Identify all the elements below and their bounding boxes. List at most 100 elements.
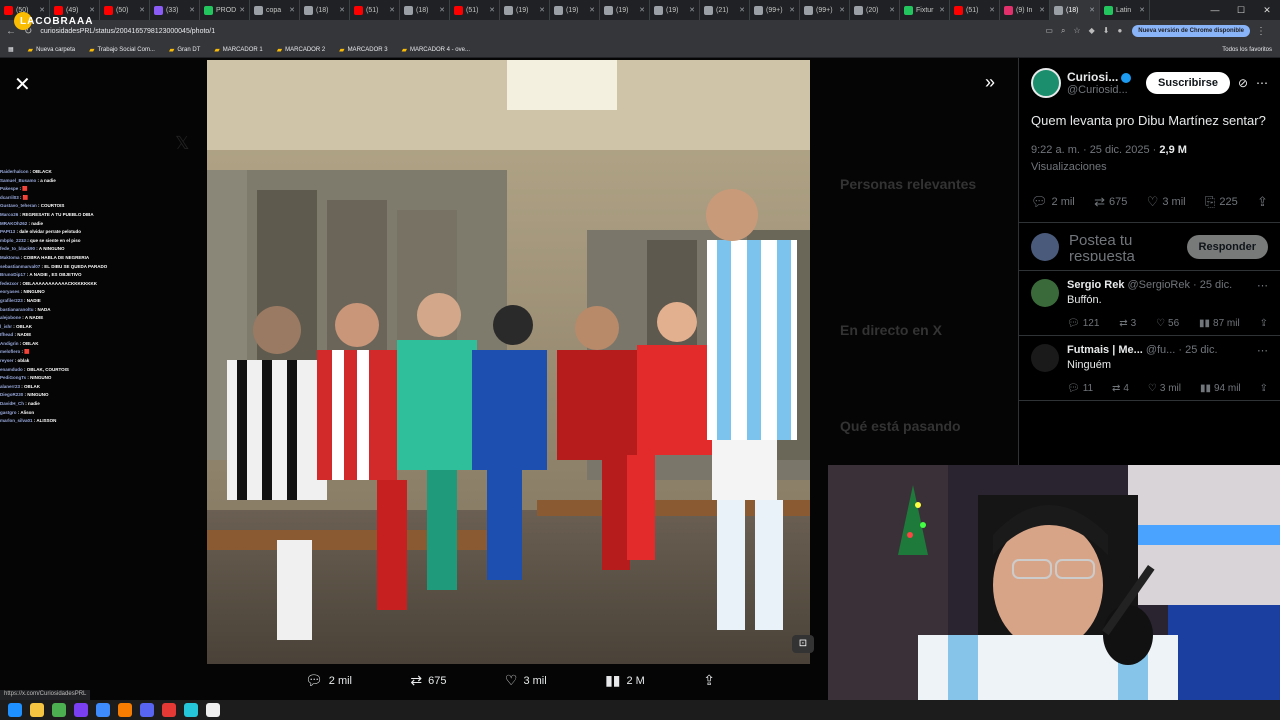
- media-views-button[interactable]: ▮▮ 2 M: [605, 672, 645, 689]
- url-field[interactable]: curiosidadesPRL/status/20041657981230000…: [40, 28, 1045, 35]
- browser-tab[interactable]: (18) ✕: [400, 0, 450, 20]
- apps-icon[interactable]: ▦: [8, 46, 14, 53]
- bookmark-item[interactable]: ▰ MARCADOR 2: [277, 46, 325, 54]
- like-button[interactable]: ♡ 3 mil: [1147, 194, 1186, 210]
- alt-text-icon[interactable]: ⊡: [792, 635, 814, 653]
- avatar[interactable]: [1031, 279, 1059, 307]
- tab-close-icon[interactable]: ✕: [39, 6, 45, 14]
- post-photo[interactable]: [207, 60, 810, 664]
- media-repost-button[interactable]: ⇄ 675: [410, 672, 446, 689]
- bookmark-item[interactable]: ▰ MARCADOR 3: [339, 46, 387, 54]
- tab-close-icon[interactable]: ✕: [239, 6, 245, 14]
- tab-close-icon[interactable]: ✕: [89, 6, 95, 14]
- bookmark-button[interactable]: ⎘ 225: [1205, 194, 1238, 210]
- start-icon[interactable]: [8, 703, 22, 717]
- browser-tab[interactable]: copa ✕: [250, 0, 300, 20]
- browser-tab[interactable]: (51) ✕: [950, 0, 1000, 20]
- browser-tab[interactable]: (51) ✕: [450, 0, 500, 20]
- tab-close-icon[interactable]: ✕: [989, 6, 995, 14]
- reply-tweet[interactable]: Sergio Rek @SergioRek · 25 dic. ⋯ Buffón…: [1019, 271, 1280, 336]
- reply-author-name[interactable]: Sergio Rek: [1067, 279, 1124, 292]
- avatar[interactable]: [1031, 68, 1061, 98]
- browser-tab[interactable]: (18) ✕: [1050, 0, 1100, 20]
- views-button[interactable]: ▮▮ 87 mil: [1199, 318, 1240, 329]
- tab-close-icon[interactable]: ✕: [339, 6, 345, 14]
- tab-close-icon[interactable]: ✕: [289, 6, 295, 14]
- all-bookmarks-button[interactable]: Todos los favoritos: [1222, 47, 1272, 53]
- back-icon[interactable]: ←: [6, 26, 16, 37]
- reply-button[interactable]: 💬︎ 121: [1067, 318, 1099, 329]
- tab-close-icon[interactable]: ✕: [1089, 6, 1095, 14]
- reply-button[interactable]: 💬︎ 11: [1067, 383, 1093, 394]
- tab-close-icon[interactable]: ✕: [689, 6, 695, 14]
- subscribe-button[interactable]: Suscribirse: [1146, 72, 1230, 94]
- tab-close-icon[interactable]: ✕: [1139, 6, 1145, 14]
- share-button[interactable]: ⇪: [1257, 194, 1268, 210]
- minimize-icon[interactable]: —: [1202, 0, 1228, 20]
- views-button[interactable]: ▮▮ 94 mil: [1200, 383, 1241, 394]
- browser-tab[interactable]: (9) In ✕: [1000, 0, 1050, 20]
- folder-icon[interactable]: [30, 703, 44, 717]
- browser-tab[interactable]: (19) ✕: [500, 0, 550, 20]
- star-icon[interactable]: ☆: [1073, 26, 1080, 36]
- browser-tab[interactable]: (51) ✕: [350, 0, 400, 20]
- author-info[interactable]: Curiosi... @Curiosid...: [1067, 70, 1145, 96]
- bookmark-item[interactable]: ▰ Trabajo Social Com...: [89, 46, 155, 54]
- bookmark-item[interactable]: ▰ Gran DT: [169, 46, 200, 54]
- tab-close-icon[interactable]: ✕: [539, 6, 545, 14]
- share-button[interactable]: ⇪: [1260, 318, 1268, 329]
- browser-tab[interactable]: (19) ✕: [650, 0, 700, 20]
- profile-icon[interactable]: ●: [1117, 26, 1122, 36]
- browser-tab[interactable]: (99+) ✕: [800, 0, 850, 20]
- chrome-icon[interactable]: [52, 703, 66, 717]
- tab-close-icon[interactable]: ✕: [489, 6, 495, 14]
- reply-author-name[interactable]: Futmais | Me...: [1067, 344, 1143, 357]
- like-button[interactable]: ♡ 3 mil: [1148, 383, 1181, 394]
- app-icon[interactable]: [96, 703, 110, 717]
- discord-icon[interactable]: [140, 703, 154, 717]
- reply-button[interactable]: 💬︎ 2 mil: [1031, 194, 1075, 210]
- browser-tab[interactable]: (21) ✕: [700, 0, 750, 20]
- tab-close-icon[interactable]: ✕: [189, 6, 195, 14]
- menu-icon[interactable]: ⋮: [1256, 26, 1266, 37]
- app-icon[interactable]: [118, 703, 132, 717]
- reply-submit-button[interactable]: Responder: [1186, 234, 1268, 259]
- browser-tab[interactable]: (99+) ✕: [750, 0, 800, 20]
- repost-button[interactable]: ⇄ 4: [1112, 383, 1129, 394]
- app-icon[interactable]: [184, 703, 198, 717]
- browser-tab[interactable]: PROD ✕: [200, 0, 250, 20]
- browser-tab[interactable]: Latin ✕: [1100, 0, 1150, 20]
- tab-close-icon[interactable]: ✕: [739, 6, 745, 14]
- app-icon[interactable]: [206, 703, 220, 717]
- reply-input[interactable]: Postea tu respuesta: [1069, 233, 1187, 261]
- tab-close-icon[interactable]: ✕: [939, 6, 945, 14]
- tab-close-icon[interactable]: ✕: [1039, 6, 1045, 14]
- browser-tab[interactable]: (50) ✕: [100, 0, 150, 20]
- maximize-icon[interactable]: ☐: [1228, 0, 1254, 20]
- tab-close-icon[interactable]: ✕: [839, 6, 845, 14]
- app-icon[interactable]: [162, 703, 176, 717]
- zoom-icon[interactable]: ⌕: [1061, 26, 1065, 36]
- tab-close-icon[interactable]: ✕: [389, 6, 395, 14]
- tab-close-icon[interactable]: ✕: [439, 6, 445, 14]
- chrome-update-button[interactable]: Nueva versión de Chrome disponible: [1132, 25, 1250, 37]
- expand-panel-icon[interactable]: »: [985, 72, 995, 93]
- bookmark-item[interactable]: ▰ MARCADOR 1: [214, 46, 262, 54]
- media-reply-button[interactable]: 💬︎ 2 mil: [305, 672, 352, 689]
- close-viewer-icon[interactable]: ✕: [14, 72, 31, 97]
- more-icon[interactable]: ⋯: [1253, 279, 1268, 292]
- browser-tab[interactable]: (33) ✕: [150, 0, 200, 20]
- media-share-button[interactable]: ⇪: [703, 672, 715, 689]
- browser-tab[interactable]: Fixtur ✕: [900, 0, 950, 20]
- share-button[interactable]: ⇪: [1260, 383, 1268, 394]
- more-icon[interactable]: ⋯: [1256, 76, 1268, 90]
- avatar[interactable]: [1031, 344, 1059, 372]
- download-icon[interactable]: ⬇: [1103, 26, 1110, 36]
- like-button[interactable]: ♡ 56: [1156, 318, 1179, 329]
- close-window-icon[interactable]: ✕: [1254, 0, 1280, 20]
- bookmark-item[interactable]: ▰ Nueva carpeta: [28, 46, 75, 54]
- tab-close-icon[interactable]: ✕: [639, 6, 645, 14]
- reply-tweet[interactable]: Futmais | Me... @fu... · 25 dic. ⋯ Ningu…: [1019, 336, 1280, 401]
- grok-icon[interactable]: ⊘: [1238, 76, 1248, 90]
- bookmark-item[interactable]: ▰ MARCADOR 4 - ove...: [402, 46, 470, 54]
